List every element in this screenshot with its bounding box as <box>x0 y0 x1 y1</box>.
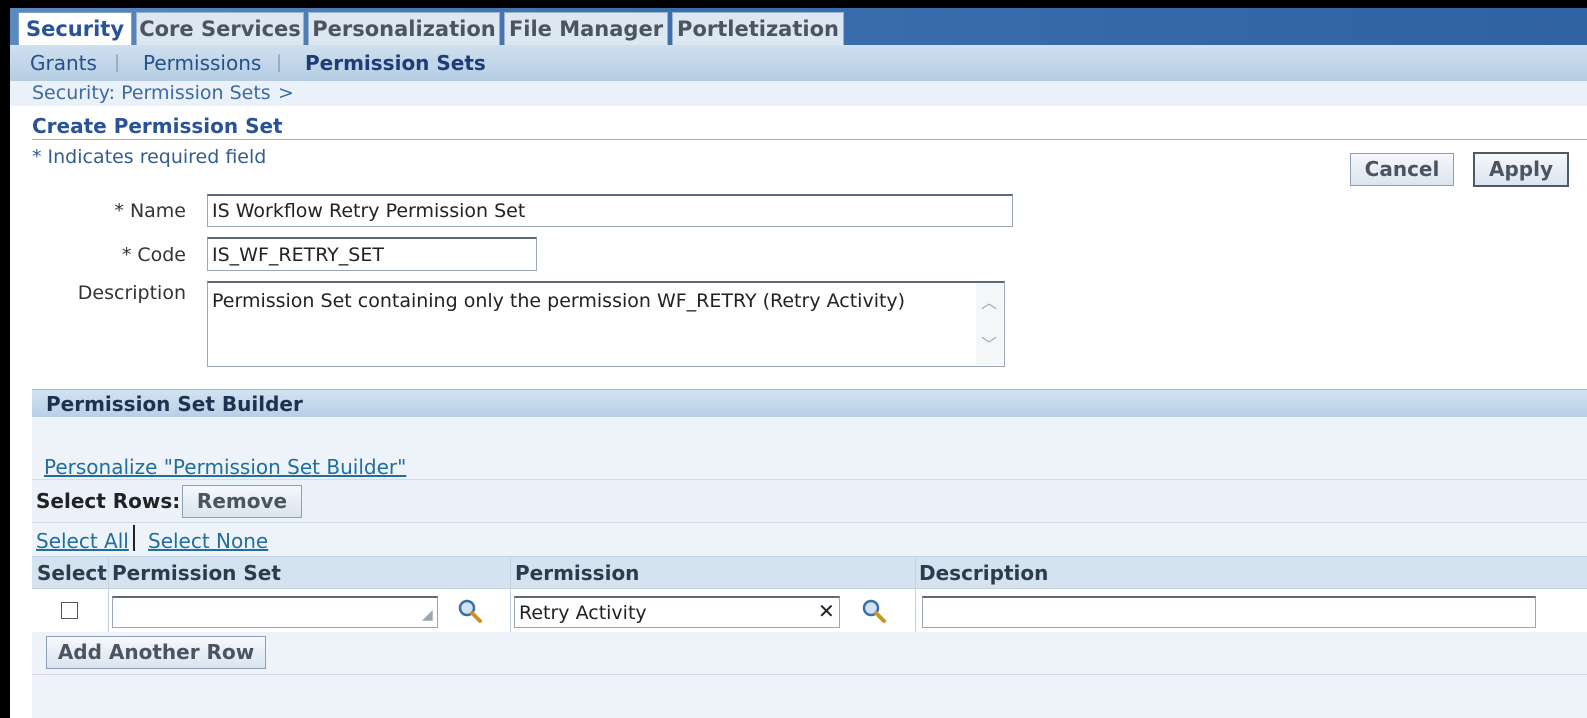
column-divider <box>108 557 109 589</box>
tab-file-manager[interactable]: File Manager <box>504 12 668 45</box>
column-header-permission: Permission <box>515 561 640 585</box>
chevron-down-icon[interactable]: ﹀ <box>981 337 997 353</box>
description-label: Description <box>77 282 186 304</box>
add-another-row-button[interactable]: Add Another Row <box>46 636 266 669</box>
required-field-note: * Indicates required field <box>32 146 267 168</box>
subtab-separator: | <box>114 52 121 73</box>
builder-header: Permission Set Builder <box>32 389 1587 418</box>
code-label: * Code <box>121 244 186 266</box>
breadcrumb-link[interactable]: Security: Permission Sets <box>32 81 271 106</box>
code-field[interactable] <box>207 237 537 271</box>
name-field[interactable] <box>207 194 1013 227</box>
breadcrumb: Security: Permission Sets > <box>10 81 1587 106</box>
column-divider <box>510 557 511 589</box>
app-frame: Security Core Services Personalization F… <box>10 8 1587 718</box>
title-divider <box>32 139 1587 140</box>
search-icon[interactable] <box>860 597 888 625</box>
column-divider <box>915 589 916 633</box>
column-divider <box>108 589 109 633</box>
permission-input[interactable] <box>514 596 840 628</box>
select-rows-bar: Select Rows: Remove <box>32 479 1587 523</box>
remove-button[interactable]: Remove <box>182 485 302 518</box>
builder-body: Personalize "Permission Set Builder" Sel… <box>32 417 1587 718</box>
add-row-bar: Add Another Row <box>32 632 1587 675</box>
breadcrumb-separator: > <box>278 82 294 104</box>
select-all-link[interactable]: Select All <box>36 529 129 553</box>
column-header-description: Description <box>919 561 1049 585</box>
subtab-separator: | <box>276 52 283 73</box>
description-scrollbar[interactable]: ︿ ﹀ <box>976 283 1003 365</box>
builder-title: Permission Set Builder <box>46 392 303 416</box>
table-header: Select Permission Set Permission Descrip… <box>32 556 1587 589</box>
resize-icon: ◢ <box>422 607 433 623</box>
page-title: Create Permission Set <box>32 114 283 138</box>
row-description-input[interactable] <box>922 596 1536 628</box>
column-header-permission-set: Permission Set <box>112 561 281 585</box>
tab-portletization[interactable]: Portletization <box>672 12 844 45</box>
clear-icon[interactable]: ✕ <box>818 599 835 623</box>
permission-set-input[interactable] <box>112 596 438 628</box>
chevron-up-icon[interactable]: ︿ <box>981 295 997 311</box>
subtab-grants[interactable]: Grants <box>30 45 97 81</box>
tab-bar: Security Core Services Personalization F… <box>10 8 1587 45</box>
select-none-link[interactable]: Select None <box>148 529 268 553</box>
description-textarea[interactable]: Permission Set containing only the permi… <box>207 281 1005 367</box>
apply-button[interactable]: Apply <box>1473 152 1569 187</box>
subtab-permissions[interactable]: Permissions <box>143 45 261 81</box>
personalize-link[interactable]: Personalize "Permission Set Builder" <box>44 455 406 479</box>
tab-security[interactable]: Security <box>18 12 132 45</box>
subtab-bar: Grants | Permissions | Permission Sets <box>10 45 1587 81</box>
search-icon[interactable] <box>456 597 484 625</box>
tab-personalization[interactable]: Personalization <box>308 12 500 45</box>
subtab-permission-sets[interactable]: Permission Sets <box>305 45 486 81</box>
table-row: ◢ ✕ <box>32 588 1587 634</box>
row-select-checkbox[interactable] <box>61 602 78 619</box>
select-rows-label: Select Rows: <box>36 489 181 513</box>
cancel-button[interactable]: Cancel <box>1350 153 1454 186</box>
column-header-select: Select <box>37 561 107 585</box>
select-divider <box>133 525 135 551</box>
name-label: * Name <box>114 200 186 222</box>
column-divider <box>915 557 916 589</box>
column-divider <box>510 589 511 633</box>
tab-core-services[interactable]: Core Services <box>136 12 304 45</box>
